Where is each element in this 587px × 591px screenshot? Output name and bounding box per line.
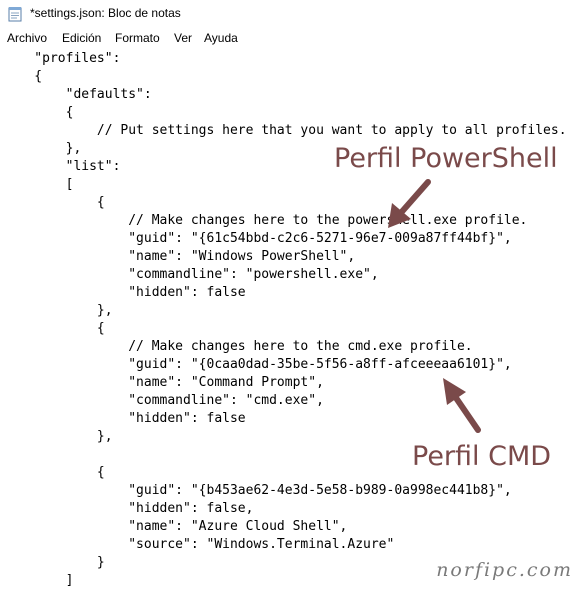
annotation-cmd-label: Perfil CMD xyxy=(412,441,552,472)
code-line: "name": "Command Prompt", xyxy=(3,375,324,390)
code-line: "guid": "{0caa0dad-35be-5f56-a8ff-afceee… xyxy=(3,357,512,372)
text-editor[interactable]: "profiles": { "defaults": { // Put setti… xyxy=(0,48,587,591)
notepad-icon xyxy=(8,7,22,22)
menu-bar: Archivo Edición Formato Ver Ayuda xyxy=(0,28,587,49)
code-line: { xyxy=(3,195,105,210)
code-line: "hidden": false xyxy=(3,411,246,426)
title-bar: *settings.json: Bloc de notas xyxy=(0,0,587,29)
code-line: }, xyxy=(3,429,113,444)
code-line: ] xyxy=(3,573,74,588)
code-line: { xyxy=(3,69,43,84)
code-line: "commandline": "cmd.exe", xyxy=(3,393,324,408)
code-line: } xyxy=(3,555,105,570)
code-line: "commandline": "powershell.exe", xyxy=(3,267,379,282)
code-line: "hidden": false, xyxy=(3,501,254,516)
window-title: *settings.json: Bloc de notas xyxy=(30,6,181,20)
watermark: norfipc.com xyxy=(436,559,573,581)
code-line: }, xyxy=(3,141,82,156)
code-line: "guid": "{b453ae62-4e3d-5e58-b989-0a998e… xyxy=(3,483,512,498)
menu-formato[interactable]: Formato xyxy=(115,31,160,45)
menu-ayuda[interactable]: Ayuda xyxy=(204,31,238,45)
code-line: [ xyxy=(3,177,74,192)
menu-archivo[interactable]: Archivo xyxy=(7,31,47,45)
code-line: "name": "Azure Cloud Shell", xyxy=(3,519,348,534)
code-line: { xyxy=(3,465,105,480)
code-line: "defaults": xyxy=(3,87,152,102)
annotation-powershell-label: Perfil PowerShell xyxy=(334,143,558,174)
menu-edicion[interactable]: Edición xyxy=(62,31,101,45)
code-line: // Make changes here to the powershell.e… xyxy=(3,213,528,228)
code-line: // Put settings here that you want to ap… xyxy=(3,123,567,138)
code-line: // Make changes here to the cmd.exe prof… xyxy=(3,339,473,354)
code-line: "guid": "{61c54bbd-c2c6-5271-96e7-009a87… xyxy=(3,231,512,246)
code-line: "list": xyxy=(3,159,121,174)
code-line: "profiles": xyxy=(3,51,121,66)
code-line: "source": "Windows.Terminal.Azure" xyxy=(3,537,395,552)
menu-ver[interactable]: Ver xyxy=(174,31,192,45)
code-line: { xyxy=(3,321,105,336)
code-line: "hidden": false xyxy=(3,285,246,300)
code-line: }, xyxy=(3,303,113,318)
code-line: { xyxy=(3,105,74,120)
code-line: "name": "Windows PowerShell", xyxy=(3,249,356,264)
